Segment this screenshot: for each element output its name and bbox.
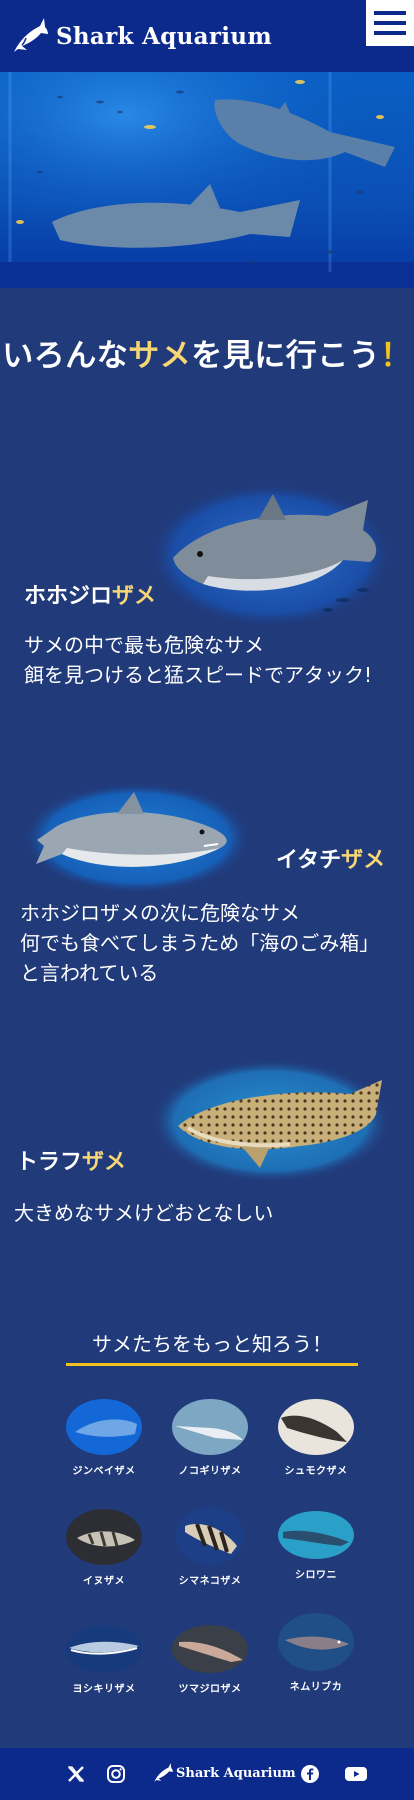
logo-text: Shark Aquarium	[56, 22, 272, 50]
description-line: 餌を見つけると猛スピードでアタック!	[24, 663, 373, 687]
grid-item-jinbei[interactable]: ジンベイザメ	[54, 1398, 154, 1477]
heading-part: いろんな	[2, 338, 129, 374]
zebra-shark-image[interactable]	[150, 1058, 392, 1184]
heading-accent: サメ	[128, 338, 192, 374]
shark-name-part: トラフ	[16, 1150, 83, 1175]
grid-item-label: シマネコザメ	[178, 1576, 242, 1587]
facebook-icon[interactable]	[300, 1764, 320, 1784]
shark-name-part: イタチ	[276, 848, 342, 873]
whale-shark-thumbnail	[66, 1399, 142, 1455]
grid-item-label: シロワニ	[295, 1570, 337, 1581]
horn-shark-thumbnail	[176, 1507, 244, 1565]
header: Shark Aquarium	[0, 0, 414, 72]
grid-item-tsumajiro[interactable]: ツマジロザメ	[160, 1624, 260, 1695]
tiger-shark-image[interactable]	[22, 780, 252, 896]
youtube-icon[interactable]	[344, 1764, 368, 1784]
shark-name: トラフザメ	[16, 1144, 126, 1176]
grid-item-shirowani[interactable]: シロワニ	[266, 1510, 366, 1581]
shark-name: イタチザメ	[276, 842, 385, 874]
sawshark-thumbnail	[172, 1399, 248, 1455]
description-line: と言われている	[20, 961, 159, 985]
shark-description: ホホジロザメの次に危険なサメ 何でも食べてしまうため「海のごみ箱」 と言われてい…	[20, 898, 379, 988]
footer: Shark Aquarium	[0, 1748, 414, 1800]
shark-name-accent: ザメ	[112, 584, 157, 609]
grid-item-shimaneko[interactable]: シマネコザメ	[160, 1506, 260, 1587]
x-icon[interactable]	[66, 1764, 86, 1784]
grid-item-label: ノコギリザメ	[178, 1466, 242, 1477]
footer-logo-text: Shark Aquarium	[176, 1765, 296, 1781]
grid-item-label: ネムリブカ	[289, 1682, 343, 1693]
grid-item-yoshikiri[interactable]: ヨシキリザメ	[54, 1624, 154, 1695]
hamburger-menu-button[interactable]	[366, 0, 414, 46]
shark-name-accent: ザメ	[341, 848, 386, 873]
description-line: ホホジロザメの次に危険なサメ	[20, 901, 300, 925]
grid-item-nokogiri[interactable]: ノコギリザメ	[160, 1398, 260, 1477]
shark-description: サメの中で最も危険なサメ 餌を見つけると猛スピードでアタック!	[24, 630, 372, 690]
grid-item-label: イヌザメ	[83, 1576, 125, 1587]
grid-item-label: ジンベイザメ	[72, 1466, 136, 1477]
site-logo[interactable]: Shark Aquarium	[10, 14, 272, 58]
instagram-icon[interactable]	[106, 1764, 126, 1784]
heading-exclamation: ！	[380, 338, 412, 374]
menu-line	[374, 11, 406, 15]
grid-item-nemuribuka[interactable]: ネムリブカ	[266, 1612, 366, 1693]
main-heading: いろんなサメを見に行こう！	[0, 330, 414, 375]
menu-line	[374, 21, 406, 25]
blue-shark-thumbnail	[66, 1625, 142, 1673]
grid-item-label: ヨシキリザメ	[72, 1684, 136, 1695]
silvertip-shark-thumbnail	[172, 1625, 248, 1673]
heading-part: を見に行こう	[191, 338, 381, 374]
shark-logo-icon	[154, 1763, 173, 1782]
shark-name-accent: ザメ	[82, 1150, 127, 1175]
grid-item-label: シュモクザメ	[284, 1466, 348, 1477]
shark-name-part: ホホジロ	[24, 584, 113, 609]
grid-item-label: ツマジロザメ	[178, 1684, 242, 1695]
shark-name: ホホジロザメ	[24, 578, 156, 610]
description-line: 何でも食べてしまうため「海のごみ箱」	[20, 931, 380, 955]
great-white-shark-image[interactable]	[148, 480, 394, 630]
description-line: 大きめなサメけどおとなしい	[14, 1201, 274, 1225]
know-more-title: サメたちをもっと知ろう！	[66, 1328, 358, 1366]
grid-item-shumoku[interactable]: シュモクザメ	[266, 1398, 366, 1477]
hammerhead-thumbnail	[278, 1399, 354, 1455]
sand-tiger-shark-thumbnail	[278, 1511, 354, 1559]
footer-logo[interactable]: Shark Aquarium	[152, 1762, 296, 1784]
shark-description: 大きめなサメけどおとなしい	[14, 1198, 273, 1228]
grid-item-inu[interactable]: イヌザメ	[54, 1508, 154, 1587]
description-line: サメの中で最も危険なサメ	[24, 633, 264, 657]
shark-logo-icon	[14, 18, 48, 52]
bamboo-shark-thumbnail	[66, 1509, 142, 1565]
menu-line	[374, 31, 406, 35]
hero-image	[0, 72, 414, 288]
whitetip-reef-shark-thumbnail	[278, 1613, 354, 1671]
